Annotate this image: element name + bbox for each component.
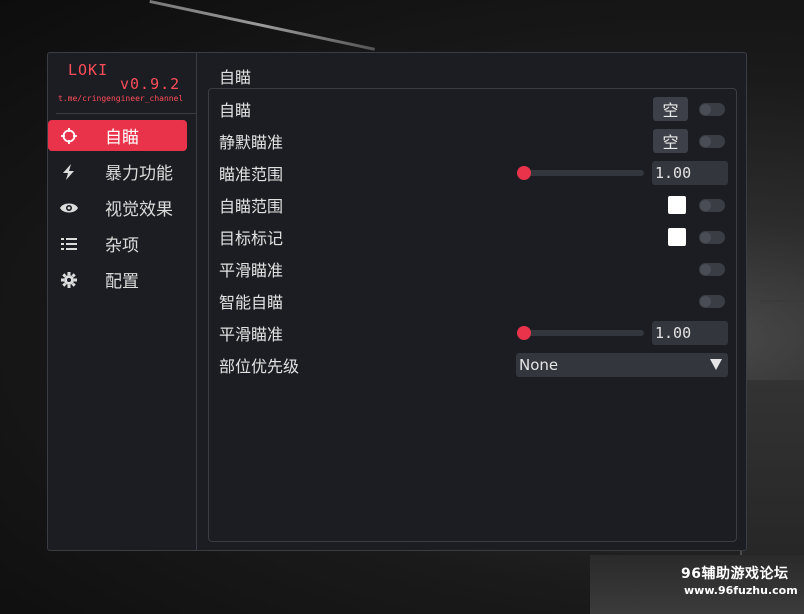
value-input[interactable]: 1.00 [652, 321, 728, 345]
setting-row-smooth-amount: 平滑瞄准 1.00 [209, 319, 736, 347]
watermark-url: www.96fuzhu.com [684, 584, 798, 597]
sidebar-item-label: 暴力功能 [105, 164, 173, 184]
setting-row-bone-priority: 部位优先级 None [209, 351, 736, 379]
setting-label: 瞄准范围 [219, 165, 284, 184]
setting-label: 自瞄范围 [219, 197, 284, 216]
setting-row-aim-fov: 瞄准范围 1.00 [209, 159, 736, 187]
cheat-menu-window: LOKI v0.9.2 t.me/cringengineer_channel 自… [47, 52, 747, 551]
select-value: None [519, 356, 559, 374]
setting-label: 部位优先级 [219, 357, 300, 376]
page-title: 自瞄 [219, 68, 252, 87]
sidebar-item-aimbot[interactable]: 自瞄 [48, 120, 187, 151]
slider-track[interactable] [519, 170, 644, 176]
setting-label: 平滑瞄准 [219, 261, 284, 280]
setting-row-silent-aim: 静默瞄准 空 [209, 127, 736, 155]
eye-icon [48, 202, 90, 214]
sidebar-item-label: 自瞄 [105, 128, 139, 148]
color-picker[interactable] [668, 228, 686, 246]
toggle-switch[interactable] [699, 262, 725, 276]
settings-panel: 自瞄 空 静默瞄准 空 瞄准范围 1.00 自瞄范围 目标标记 平滑瞄准 智能自… [208, 88, 737, 542]
setting-label: 智能自瞄 [219, 293, 284, 312]
background-light-streak [149, 0, 375, 51]
sidebar-item-label: 杂项 [105, 236, 139, 256]
setting-row-aimbot: 自瞄 空 [209, 95, 736, 123]
toggle-switch[interactable] [699, 294, 725, 308]
watermark-title: 96辅助游戏论坛 [681, 566, 789, 582]
bone-priority-select[interactable]: None [516, 353, 728, 377]
slider-track[interactable] [519, 330, 644, 336]
background-edge [760, 300, 804, 302]
logo-channel: t.me/cringengineer_channel [58, 94, 184, 103]
bolt-icon [48, 163, 90, 180]
dropdown-arrow-icon [710, 359, 722, 370]
crosshair-icon [48, 127, 90, 144]
logo-version: v0.9.2 [120, 75, 181, 93]
sidebar-item-rage[interactable]: 暴力功能 [48, 156, 187, 187]
setting-row-aim-range: 自瞄范围 [209, 191, 736, 219]
setting-label: 目标标记 [219, 229, 284, 248]
setting-row-smooth-aim: 平滑瞄准 [209, 255, 736, 283]
sidebar-item-visuals[interactable]: 视觉效果 [48, 192, 187, 223]
sidebar-item-label: 视觉效果 [105, 200, 173, 220]
sidebar-nav: 自瞄 暴力功能 视觉效果 杂项 配置 [48, 120, 197, 300]
logo-name: LOKI [68, 61, 109, 79]
keybind-button[interactable]: 空 [653, 129, 688, 153]
sidebar-item-misc[interactable]: 杂项 [48, 228, 187, 259]
setting-row-target-marker: 目标标记 [209, 223, 736, 251]
toggle-switch[interactable] [699, 134, 725, 148]
keybind-button[interactable]: 空 [653, 97, 688, 121]
toggle-switch[interactable] [699, 102, 725, 116]
setting-label: 静默瞄准 [219, 133, 284, 152]
logo-divider [56, 113, 196, 114]
value-input[interactable]: 1.00 [652, 161, 728, 185]
toggle-switch[interactable] [699, 230, 725, 244]
setting-label: 平滑瞄准 [219, 325, 284, 344]
color-picker[interactable] [668, 196, 686, 214]
sidebar: LOKI v0.9.2 t.me/cringengineer_channel 自… [48, 53, 197, 550]
sidebar-item-label: 配置 [105, 272, 139, 292]
setting-row-smart-aim: 智能自瞄 [209, 287, 736, 315]
slider-handle[interactable] [517, 326, 531, 340]
toggle-switch[interactable] [699, 198, 725, 212]
slider-handle[interactable] [517, 166, 531, 180]
sidebar-item-config[interactable]: 配置 [48, 264, 187, 295]
gear-icon [48, 271, 90, 288]
setting-label: 自瞄 [219, 101, 252, 120]
list-icon [48, 237, 90, 251]
